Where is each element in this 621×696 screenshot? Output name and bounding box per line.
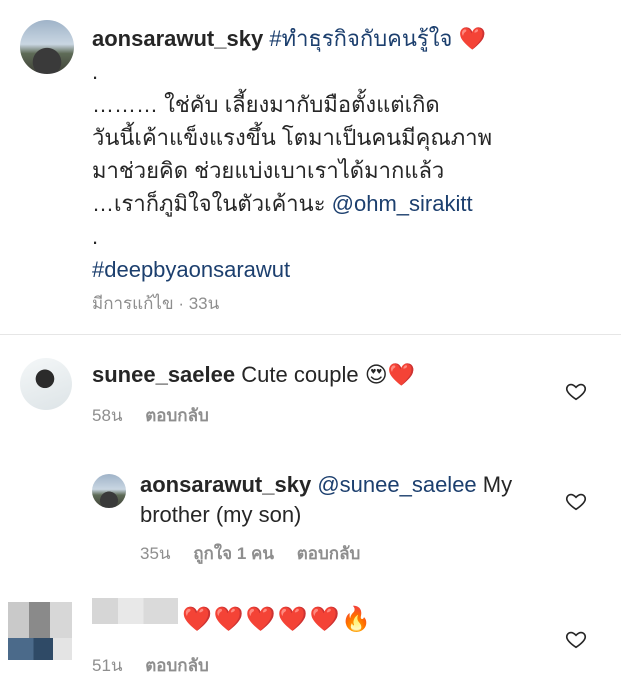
reply-body: aonsarawut_sky @sunee_saelee My brother … [140,470,512,530]
like-heart-icon[interactable] [565,380,587,402]
comment-meta: 51น ตอบกลับ [92,652,209,679]
reply-button[interactable]: ตอบกลับ [145,656,209,675]
heart-emoji: ❤️ [458,26,486,51]
caption-line: …เราก็ภูมิใจในตัวเค้านะ [92,191,326,216]
caption-hashtag[interactable]: #ทำธุรกิจกับคนรู้ใจ [269,26,452,51]
comment-body: sunee_saelee Cute couple 😍❤️ [92,360,415,390]
comment-emoji: 😍❤️ [364,362,416,387]
edited-label: มีการแก้ไข · 33น [92,294,220,313]
like-heart-icon[interactable] [565,490,587,512]
comment-emoji: ❤️❤️❤️❤️❤️🔥 [182,606,374,633]
reply-text-line2: brother (my son) [140,502,302,527]
comment-time: 58น [92,406,123,425]
divider [0,334,621,335]
replier-username[interactable]: aonsarawut_sky [140,472,311,497]
caption-line: . [92,59,99,84]
reply-button[interactable]: ตอบกลับ [297,544,361,563]
reply-button[interactable]: ตอบกลับ [145,406,209,425]
caption-line: . [92,224,99,249]
reply-mention[interactable]: @sunee_saelee [317,472,476,497]
caption-mention[interactable]: @ohm_sirakitt [332,191,473,216]
caption-line: มาช่วยคิด ช่วยแบ่งเบาเราได้มากแล้ว [92,158,445,183]
reply-time: 35น [140,544,171,563]
post-caption: aonsarawut_sky #ทำธุรกิจกับคนรู้ใจ ❤️ . … [92,22,602,286]
reply-text: My [476,472,513,497]
comment-time: 51น [92,656,123,675]
caption-line: ……… ใช่คับ เลี้ยงมากับมือตั้งแต่เกิด [92,92,440,117]
caption-hashtag-2[interactable]: #deepbyaonsarawut [92,253,602,286]
poster-avatar[interactable] [20,20,74,74]
caption-line: วันนี้เค้าแข็งแรงขึ้น โตมาเป็นคนมีคุณภาพ [92,125,493,150]
reply-meta: 35น ถูกใจ 1 คน ตอบกลับ [140,540,360,567]
like-heart-icon[interactable] [565,628,587,650]
replier-avatar[interactable] [92,474,126,508]
commenter-username[interactable]: sunee_saelee [92,362,235,387]
blurred-username [92,598,178,624]
comment-text: Cute couple [241,362,359,387]
comment-meta: 58น ตอบกลับ [92,402,209,429]
commenter-avatar[interactable] [20,358,72,410]
poster-username[interactable]: aonsarawut_sky [92,26,263,51]
blurred-avatar[interactable] [8,602,72,660]
likes-count-link[interactable]: ถูกใจ 1 คน [193,544,274,563]
